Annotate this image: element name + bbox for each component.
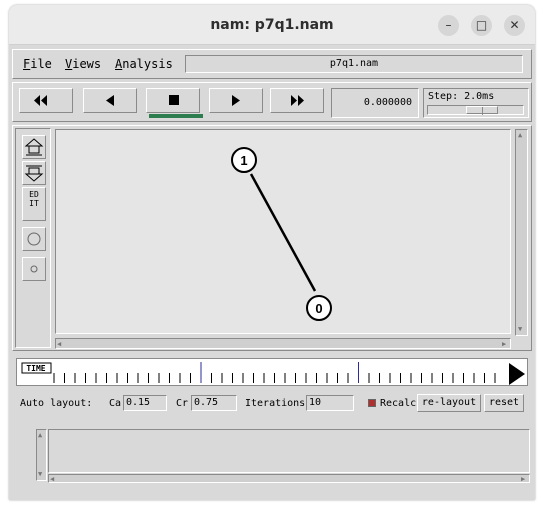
menu-views[interactable]: Views bbox=[65, 57, 101, 71]
step-control: Step: 2.0ms bbox=[423, 88, 529, 118]
node-1-label: 1 bbox=[240, 153, 247, 168]
annotation-horizontal-scrollbar[interactable]: ◀ ▶ bbox=[48, 474, 530, 483]
relayout-button[interactable]: re-layout bbox=[417, 394, 481, 412]
title-bar: nam: p7q1.nam – □ ✕ bbox=[9, 5, 535, 45]
maximize-button[interactable]: □ bbox=[471, 15, 492, 36]
iterations-label: Iterations bbox=[245, 398, 306, 409]
zoom-out-icon bbox=[24, 165, 44, 182]
fast-forward-button[interactable] bbox=[270, 88, 324, 113]
menu-bar: File Views Analysis p7q1.nam bbox=[12, 49, 532, 79]
rewind-fast-icon bbox=[34, 95, 47, 106]
scroll-down-icon[interactable]: ▼ bbox=[518, 325, 522, 333]
step-slider-thumb[interactable] bbox=[466, 106, 498, 115]
annotation-panel: ▲ ▼ ◀ ▶ bbox=[36, 427, 533, 483]
network-topology: 1 0 bbox=[231, 147, 332, 321]
scroll-up-icon[interactable]: ▲ bbox=[518, 131, 522, 139]
annotation-scroll-left-icon[interactable]: ◀ bbox=[50, 475, 54, 483]
zoom-in-button[interactable] bbox=[22, 135, 46, 159]
zoom-in-icon bbox=[24, 138, 44, 156]
fast-forward-icon bbox=[291, 95, 304, 106]
ca-label: Ca bbox=[109, 398, 122, 409]
stop-icon bbox=[169, 95, 179, 105]
ca-input[interactable]: 0.15 bbox=[123, 395, 167, 411]
node-0-label: 0 bbox=[315, 301, 322, 316]
recalc-label: Recalc bbox=[380, 398, 417, 409]
edit-label: ED IT bbox=[23, 190, 45, 208]
annotation-list[interactable] bbox=[48, 429, 530, 473]
annotation-scroll-down-icon[interactable]: ▼ bbox=[38, 470, 42, 478]
annotation-scroll-up-icon[interactable]: ▲ bbox=[38, 431, 42, 439]
step-slider[interactable] bbox=[427, 105, 524, 115]
nam-window: nam: p7q1.nam – □ ✕ File Views Analysis … bbox=[9, 5, 535, 500]
rewind-icon bbox=[106, 95, 114, 106]
reset-button[interactable]: reset bbox=[484, 394, 524, 412]
large-node-button[interactable] bbox=[22, 227, 46, 251]
step-label: Step: 2.0ms bbox=[428, 91, 495, 102]
timeline-end-icon bbox=[509, 363, 525, 385]
timeline-slider[interactable]: TIME bbox=[16, 358, 528, 386]
play-button[interactable] bbox=[209, 88, 263, 113]
stop-button[interactable] bbox=[146, 88, 200, 113]
canvas-vertical-scrollbar[interactable]: ▲ ▼ bbox=[515, 129, 528, 336]
edit-label-line-1: ED bbox=[29, 190, 39, 199]
timeline-tick-group bbox=[53, 362, 496, 383]
cr-input[interactable]: 0.75 bbox=[191, 395, 237, 411]
rewind-button[interactable] bbox=[83, 88, 137, 113]
circle-small-icon bbox=[30, 265, 38, 273]
menu-analysis-label: nalysis bbox=[122, 57, 173, 71]
menu-file-label: ile bbox=[30, 57, 52, 71]
playback-control-bar: 0.000000 Step: 2.0ms bbox=[12, 82, 532, 122]
timeline-label: TIME bbox=[26, 364, 45, 373]
minimize-button[interactable]: – bbox=[438, 15, 459, 36]
menu-views-label: iews bbox=[72, 57, 102, 71]
scroll-right-icon[interactable]: ▶ bbox=[502, 340, 506, 348]
edit-label-line-2: IT bbox=[29, 199, 39, 208]
edit-button[interactable]: ED IT bbox=[22, 187, 46, 221]
main-panel: ED IT 1 0 ▲ ▼ ◀ ▶ bbox=[12, 125, 532, 351]
stop-active-indicator bbox=[149, 114, 203, 118]
auto-layout-label: Auto layout: bbox=[20, 398, 93, 409]
auto-layout-bar: Auto layout: Ca 0.15 Cr 0.75 Iterations … bbox=[16, 393, 532, 415]
zoom-out-button[interactable] bbox=[22, 161, 46, 185]
network-canvas[interactable]: 1 0 bbox=[55, 129, 511, 334]
cr-label: Cr bbox=[176, 398, 189, 409]
play-icon bbox=[232, 95, 240, 106]
scroll-left-icon[interactable]: ◀ bbox=[57, 340, 61, 348]
menu-file[interactable]: File bbox=[23, 57, 52, 71]
canvas-horizontal-scrollbar[interactable]: ◀ ▶ bbox=[55, 338, 511, 349]
edit-toolbar: ED IT bbox=[15, 128, 51, 348]
filename-display: p7q1.nam bbox=[185, 55, 523, 73]
iterations-input[interactable]: 10 bbox=[306, 395, 354, 411]
current-time-display: 0.000000 bbox=[331, 88, 419, 118]
link-1-0[interactable] bbox=[249, 173, 317, 292]
small-node-button[interactable] bbox=[22, 257, 46, 281]
recalc-checkbox[interactable] bbox=[368, 399, 376, 407]
menu-analysis[interactable]: Analysis bbox=[115, 57, 173, 71]
annotation-scroll-right-icon[interactable]: ▶ bbox=[521, 475, 525, 483]
circle-large-icon bbox=[27, 232, 41, 246]
annotation-vertical-scrollbar[interactable]: ▲ ▼ bbox=[36, 429, 47, 481]
close-button[interactable]: ✕ bbox=[504, 15, 525, 36]
rewind-fast-button[interactable] bbox=[19, 88, 73, 113]
timeline-ticks: TIME bbox=[21, 362, 525, 385]
